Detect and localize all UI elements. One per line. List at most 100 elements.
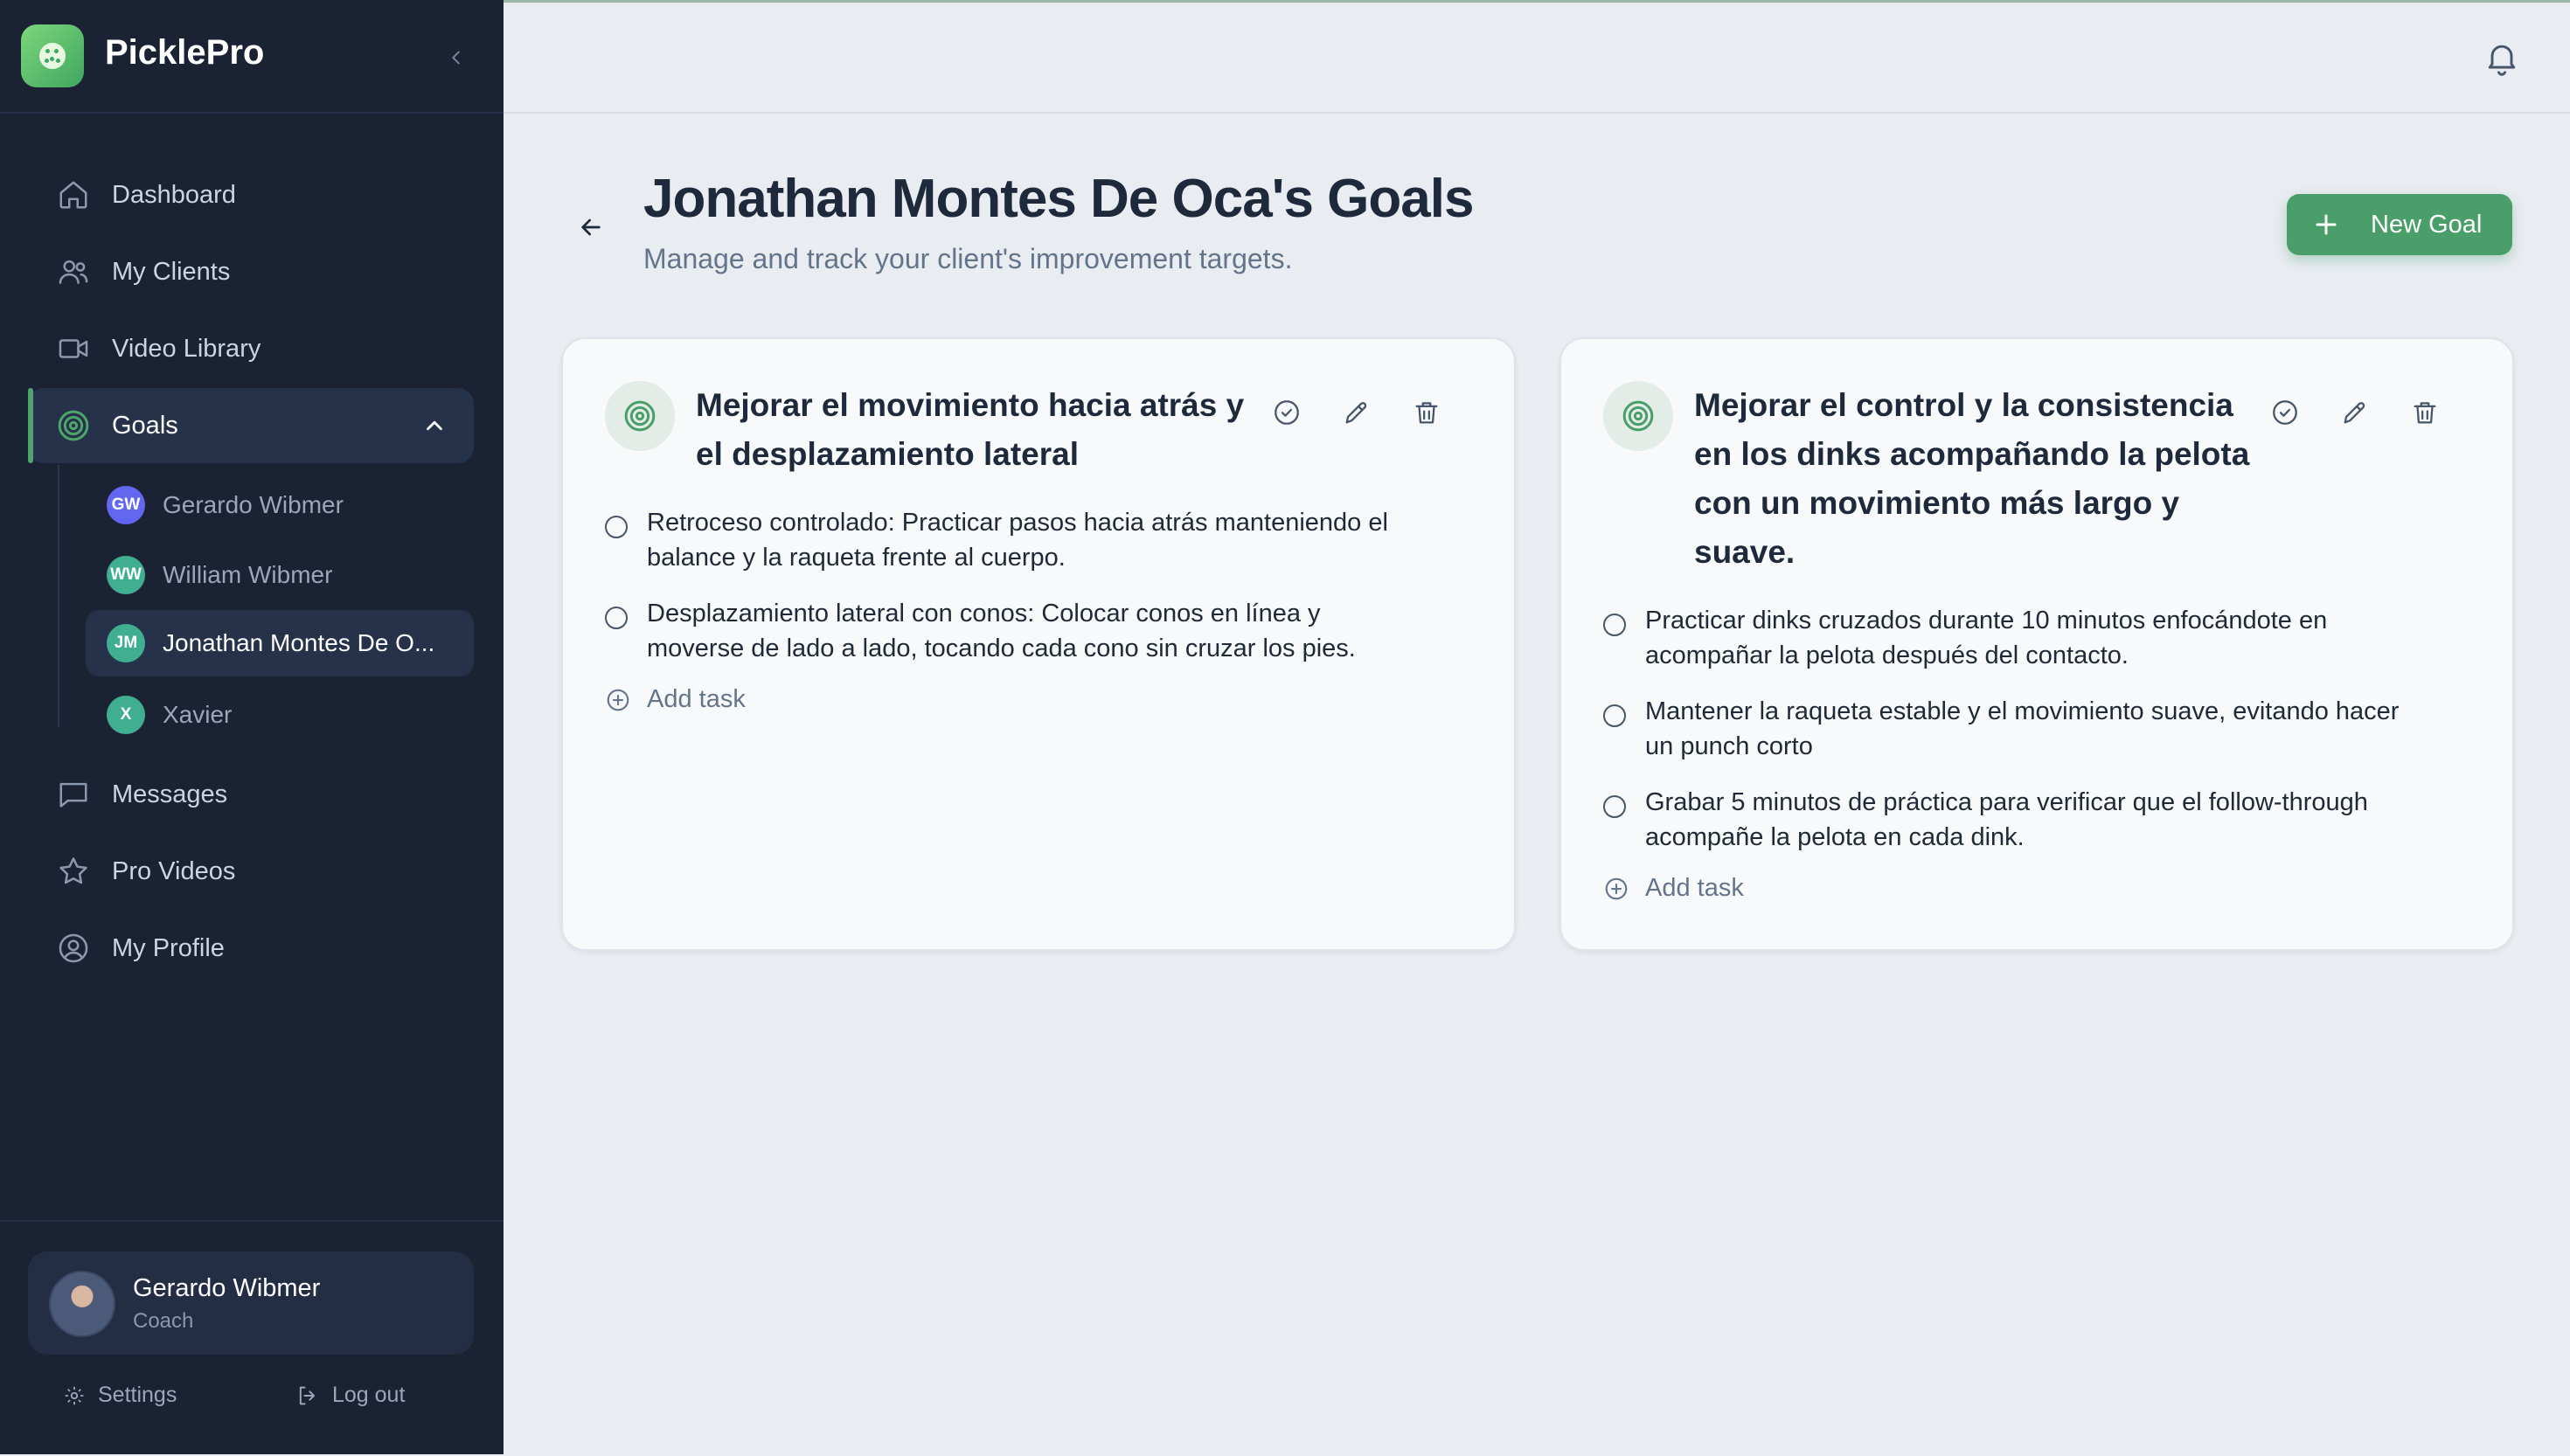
client-name: Gerardo Wibmer (163, 491, 344, 518)
target-icon (1603, 381, 1673, 451)
sidebar-item-goals[interactable]: Goals (28, 388, 474, 463)
sidebar-item-label: Video Library (112, 334, 261, 363)
collapse-sidebar-button[interactable] (439, 40, 474, 75)
page-title: Jonathan Montes De Oca's Goals (643, 169, 1474, 229)
avatar (49, 1271, 115, 1337)
goal-client-william-wibmer[interactable]: WW William Wibmer (86, 542, 474, 608)
back-button[interactable] (572, 208, 610, 246)
user-name: Gerardo Wibmer (133, 1274, 321, 1302)
goal-title-line: suave. (1694, 534, 1796, 570)
gear-icon (65, 1386, 84, 1404)
settings-link[interactable]: Settings (63, 1383, 177, 1408)
client-name: Jonathan Montes De O... (163, 629, 435, 656)
goal-title-line: con un movimiento más largo y (1694, 485, 2180, 521)
add-task-button[interactable]: Add task (1603, 874, 1744, 903)
chevron-left-icon (452, 51, 460, 65)
sidebar-item-messages[interactable]: Messages (28, 757, 474, 832)
goal-card: Mejorar el movimiento hacia atrás y el d… (561, 337, 1516, 951)
goal-title-line: Mejorar el control y la consistencia (1694, 387, 2233, 423)
sidebar-item-label: Goals (112, 411, 178, 440)
video-icon (54, 329, 93, 368)
goal-title-line: Mejorar el movimiento hacia atrás y (696, 387, 1245, 423)
sidebar-item-label: My Clients (112, 257, 231, 286)
task-line: Mantener la raqueta estable y el movimie… (1645, 697, 2400, 725)
plus-circle-icon (1605, 877, 1628, 899)
delete-goal-button[interactable] (2409, 397, 2441, 428)
task-line: Practicar dinks cruzados durante 10 minu… (1645, 607, 2328, 634)
task-checkbox[interactable] (1603, 704, 1626, 727)
sidebar-item-dashboard[interactable]: Dashboard (28, 157, 474, 232)
message-icon (54, 775, 93, 814)
users-icon (54, 253, 93, 291)
task-text: Grabar 5 minutos de práctica para verifi… (1645, 785, 2467, 855)
task-text: Mantener la raqueta estable y el movimie… (1645, 694, 2467, 764)
sidebar-item-my-profile[interactable]: My Profile (28, 911, 474, 986)
sidebar: PicklePro Dashboard My Clients Video Lib… (0, 0, 504, 1454)
logout-link[interactable]: Log out (295, 1383, 405, 1408)
sidebar-item-my-clients[interactable]: My Clients (28, 234, 474, 309)
sidebar-item-label: Dashboard (112, 180, 236, 209)
active-indicator (28, 388, 33, 463)
user-card[interactable]: Gerardo Wibmer Coach (28, 1251, 474, 1355)
goal-title: Mejorar el movimiento hacia atrás y el d… (696, 381, 1244, 479)
sidebar-footer: Gerardo Wibmer Coach Settings Log out (0, 1220, 504, 1456)
sidebar-item-label: My Profile (112, 933, 225, 962)
delete-goal-button[interactable] (1411, 397, 1442, 428)
pickleball-icon (39, 43, 66, 69)
new-goal-button[interactable]: New Goal (2287, 194, 2512, 255)
task-checkbox[interactable] (605, 607, 628, 629)
complete-goal-button[interactable] (2269, 397, 2301, 428)
task-checkbox[interactable] (1603, 795, 1626, 818)
task-line: balance y la raqueta frente al cuerpo. (647, 544, 1066, 572)
edit-goal-button[interactable] (1341, 397, 1372, 428)
trash-icon (2414, 402, 2436, 424)
task-text: Practicar dinks cruzados durante 10 minu… (1645, 603, 2467, 673)
goal-actions (2269, 397, 2441, 428)
sidebar-item-label: Messages (112, 780, 228, 808)
plus-circle-icon (607, 689, 629, 711)
add-task-button[interactable]: Add task (605, 685, 746, 714)
client-name: William Wibmer (163, 561, 333, 588)
client-avatar: X (107, 696, 145, 734)
goal-actions (1271, 397, 1442, 428)
add-task-label: Add task (1645, 874, 1744, 902)
goal-title: Mejorar el control y la consistencia en … (1694, 381, 2249, 577)
goal-client-xavier[interactable]: X Xavier (86, 682, 474, 748)
bell-icon[interactable] (2483, 38, 2521, 77)
sidebar-header: PicklePro (0, 0, 504, 114)
task-line: un punch corto (1645, 732, 1813, 760)
task-line: moverse de lado a lado, tocando cada con… (647, 634, 1356, 662)
task-checkbox[interactable] (1603, 614, 1626, 636)
check-circle-icon (2273, 400, 2297, 425)
pencil-icon (2344, 402, 2365, 424)
sidebar-item-label: Pro Videos (112, 856, 236, 885)
goal-client-gerardo-wibmer[interactable]: GW Gerardo Wibmer (86, 472, 474, 538)
main-content: Jonathan Montes De Oca's Goals Manage an… (504, 0, 2570, 1454)
task-text: Retroceso controlado: Practicar pasos ha… (647, 505, 1469, 575)
client-avatar: GW (107, 486, 145, 524)
page-subtitle: Manage and track your client's improveme… (643, 243, 1293, 274)
trash-icon (1415, 402, 1438, 424)
task-checkbox[interactable] (605, 516, 628, 538)
settings-label: Settings (98, 1383, 177, 1407)
chevron-up-icon[interactable] (421, 413, 448, 439)
goal-client-jonathan-montes[interactable]: JM Jonathan Montes De O... (86, 610, 474, 676)
user-role: Coach (133, 1309, 194, 1333)
edit-goal-button[interactable] (2339, 397, 2371, 428)
app-title: PicklePro (105, 33, 265, 72)
client-avatar: JM (107, 624, 145, 662)
target-icon (54, 406, 93, 445)
sidebar-item-pro-videos[interactable]: Pro Videos (28, 834, 474, 909)
sidebar-item-video-library[interactable]: Video Library (28, 311, 474, 386)
app-logo[interactable] (21, 24, 84, 87)
goal-title-line: el desplazamiento lateral (696, 436, 1080, 472)
subnav-guide-line (58, 465, 59, 727)
arrow-left-icon (581, 218, 601, 236)
complete-goal-button[interactable] (1271, 397, 1302, 428)
home-icon (54, 176, 93, 214)
top-bar (504, 0, 2570, 114)
new-goal-label: New Goal (2371, 210, 2483, 239)
target-icon (605, 381, 675, 451)
logout-icon (299, 1386, 315, 1404)
task-line: Grabar 5 minutos de práctica para verifi… (1645, 788, 2368, 816)
